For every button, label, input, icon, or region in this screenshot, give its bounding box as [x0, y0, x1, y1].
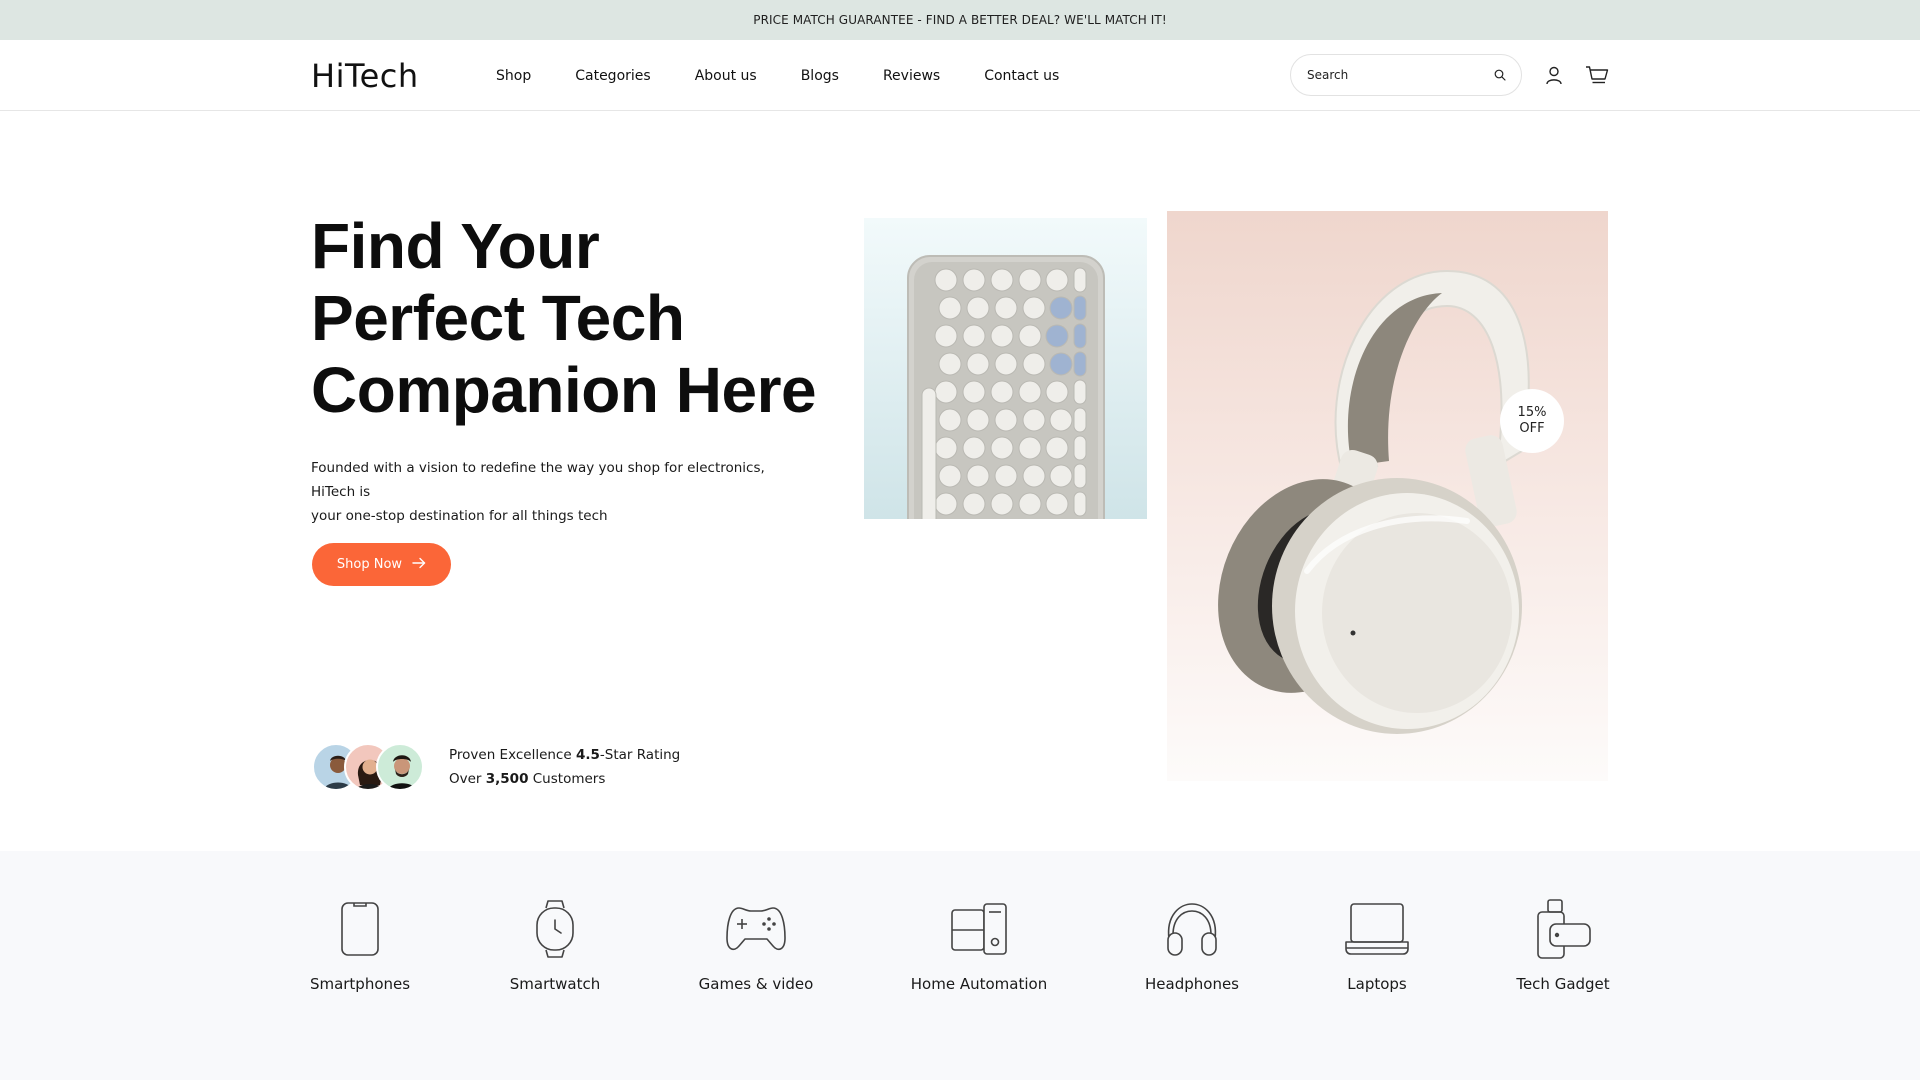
nav-contact-us[interactable]: Contact us: [984, 68, 1059, 84]
user-icon[interactable]: [1541, 62, 1567, 88]
nav-blogs[interactable]: Blogs: [801, 68, 839, 84]
discount-label: OFF: [1519, 421, 1545, 436]
social-proof: Proven Excellence 4.5-Star Rating Over 3…: [449, 743, 680, 791]
search-box: [1290, 54, 1522, 96]
hero-description-line: Founded with a vision to redefine the wa…: [311, 460, 765, 500]
shop-now-label: Shop Now: [336, 557, 403, 572]
category-smartphones[interactable]: Smartphones: [309, 897, 411, 993]
nav-reviews[interactable]: Reviews: [883, 68, 940, 84]
laptop-icon: [1341, 897, 1413, 961]
search-icon[interactable]: [1493, 68, 1507, 82]
hero-description-line: your one-stop destination for all things…: [311, 508, 608, 524]
hero-title-line: Find Your: [311, 210, 600, 282]
category-label: Smartwatch: [509, 975, 601, 993]
rating-value: 4.5: [575, 747, 600, 763]
hero-description: Founded with a vision to redefine the wa…: [311, 456, 811, 528]
category-label: Headphones: [1145, 975, 1239, 993]
category-smartwatch[interactable]: Smartwatch: [507, 897, 603, 993]
category-tech-gadget[interactable]: Tech Gadget: [1516, 897, 1610, 993]
category-label: Tech Gadget: [1516, 975, 1610, 993]
avatar: [376, 743, 424, 791]
announcement-bar: PRICE MATCH GUARANTEE - FIND A BETTER DE…: [0, 0, 1920, 40]
smartwatch-icon: [519, 897, 591, 961]
nav-about-us[interactable]: About us: [695, 68, 757, 84]
rating-line: Proven Excellence 4.5-Star Rating: [449, 743, 680, 767]
nav-shop[interactable]: Shop: [496, 68, 531, 84]
keyboard-illustration: [907, 255, 1105, 519]
cart-icon[interactable]: [1584, 62, 1610, 88]
category-laptops[interactable]: Laptops: [1344, 897, 1410, 993]
site-header: HiTech Shop Categories About us Blogs Re…: [0, 40, 1920, 111]
customers-suffix: Customers: [528, 771, 606, 787]
shop-now-button[interactable]: Shop Now: [312, 543, 451, 586]
category-label: Games & video: [698, 975, 814, 993]
arrow-right-icon: [412, 557, 426, 573]
home-automation-icon: [943, 897, 1015, 961]
customers-prefix: Over: [449, 771, 486, 787]
discount-badge: 15% OFF: [1500, 389, 1564, 453]
tech-gadget-icon: [1527, 897, 1599, 961]
category-games-video[interactable]: Games & video: [699, 897, 813, 993]
announcement-text: PRICE MATCH GUARANTEE - FIND A BETTER DE…: [753, 13, 1167, 27]
category-label: Laptops: [1347, 975, 1407, 993]
discount-percent: 15%: [1517, 405, 1547, 420]
headphones-icon: [1156, 897, 1228, 961]
hero-title-line: Perfect Tech: [311, 282, 685, 354]
customer-avatars: [312, 743, 424, 791]
category-strip: Smartphones Smartwatch Games & video Hom…: [0, 851, 1920, 1080]
headphones-illustration: [1218, 269, 1530, 734]
headphones-product-image[interactable]: 15% OFF: [1167, 211, 1608, 781]
logo[interactable]: HiTech: [311, 57, 419, 95]
nav-categories[interactable]: Categories: [575, 68, 650, 84]
rating-suffix: -Star Rating: [599, 747, 681, 763]
customers-count: 3,500: [485, 771, 529, 787]
hero-title-line: Companion Here: [311, 354, 817, 426]
main-nav: Shop Categories About us Blogs Reviews C…: [496, 40, 1103, 111]
gamepad-icon: [720, 897, 792, 961]
category-home-automation[interactable]: Home Automation: [910, 897, 1048, 993]
customers-line: Over 3,500 Customers: [449, 767, 680, 791]
category-label: Smartphones: [309, 975, 411, 993]
smartphone-icon: [324, 897, 396, 961]
category-label: Home Automation: [910, 975, 1048, 993]
category-headphones[interactable]: Headphones: [1145, 897, 1239, 993]
hero-title: Find Your Perfect Tech Companion Here: [311, 210, 831, 426]
rating-prefix: Proven Excellence: [449, 747, 576, 763]
search-input[interactable]: [1307, 68, 1493, 82]
keyboard-product-image[interactable]: [864, 218, 1147, 519]
